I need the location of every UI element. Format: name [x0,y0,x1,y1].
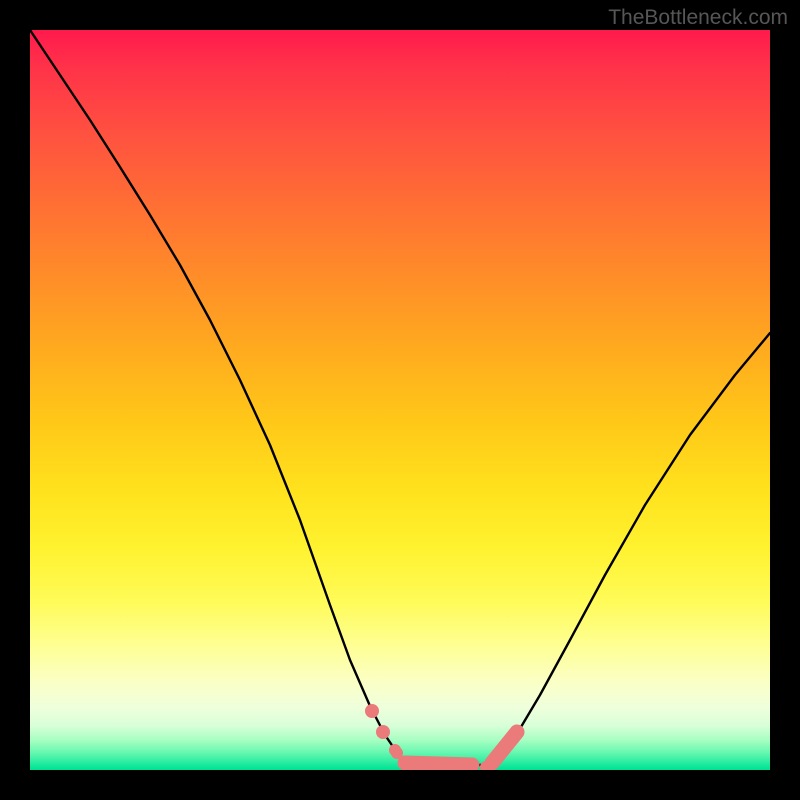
bead-dot [376,725,390,739]
bottleneck-curve-right [490,333,770,765]
chart-svg [30,30,770,770]
chart-frame: TheBottleneck.com [0,0,800,800]
plot-area [30,30,770,770]
bead-markers [365,704,517,770]
bead-bar [492,732,517,763]
watermark-text: TheBottleneck.com [608,6,788,30]
bead-bar [405,763,472,765]
bead-dot [365,704,379,718]
bottleneck-curve-left [30,30,410,765]
